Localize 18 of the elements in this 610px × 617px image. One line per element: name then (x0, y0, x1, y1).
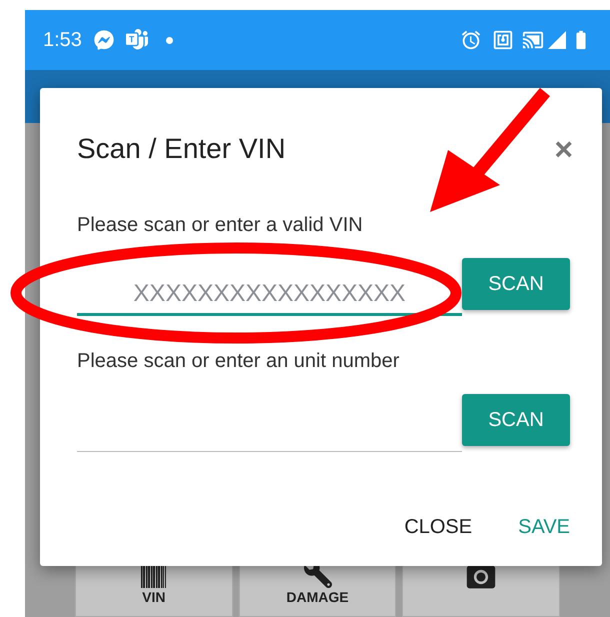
nfc-icon (492, 29, 514, 51)
alarm-icon (460, 29, 482, 51)
signal-icon (548, 31, 566, 49)
field-label: Please scan or enter a valid VIN (77, 213, 364, 238)
dialog-action-button[interactable]: CLOSE (404, 512, 472, 542)
dialog-title: Scan / Enter VIN (77, 132, 286, 166)
close-button[interactable]: × (554, 133, 573, 165)
tab-label: DAMAGE (286, 590, 349, 604)
cast-icon (522, 29, 544, 51)
tab-label: VIN (142, 590, 166, 604)
teams-icon (126, 29, 148, 51)
scan-button[interactable]: SCAN (462, 258, 570, 310)
scan-button[interactable]: SCAN (462, 394, 570, 446)
field-label: Please scan or enter an unit number (77, 349, 400, 374)
messenger-icon (94, 30, 114, 50)
text-field[interactable]: XXXXXXXXXXXXXXXXX (77, 260, 462, 316)
status-time: 1:53 (43, 28, 82, 53)
dialog-action-button[interactable]: SAVE (518, 512, 570, 542)
